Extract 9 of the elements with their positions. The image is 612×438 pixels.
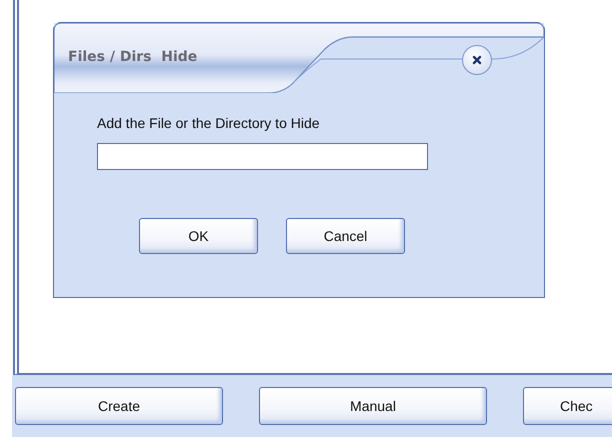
toolbar-button[interactable]: Manual bbox=[259, 387, 487, 425]
close-icon bbox=[472, 55, 482, 65]
window-title: Files / Dirs Hide bbox=[68, 49, 198, 65]
toolbar-button[interactable]: Chec bbox=[523, 387, 612, 425]
ok-button[interactable]: OK bbox=[139, 218, 258, 254]
field-label: Add the File or the Directory to Hide bbox=[97, 115, 320, 131]
toolbar-button[interactable]: Create bbox=[15, 387, 223, 425]
input-field[interactable] bbox=[97, 143, 428, 170]
cancel-button[interactable]: Cancel bbox=[286, 218, 405, 254]
